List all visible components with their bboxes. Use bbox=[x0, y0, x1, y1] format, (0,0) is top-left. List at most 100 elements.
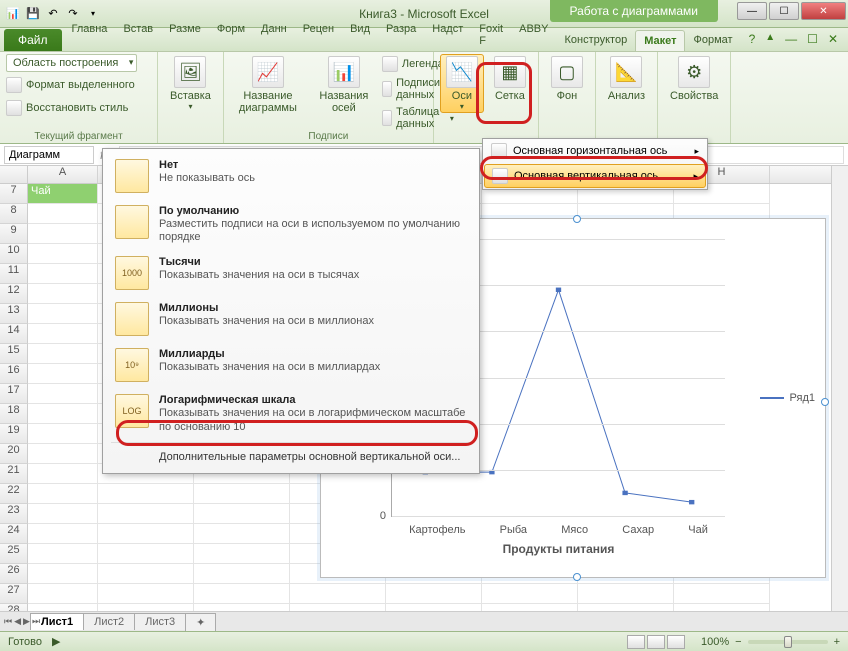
cell[interactable] bbox=[28, 604, 98, 611]
cell[interactable] bbox=[290, 604, 386, 611]
cell[interactable] bbox=[28, 464, 98, 484]
cell[interactable] bbox=[28, 244, 98, 264]
cell[interactable] bbox=[482, 584, 578, 604]
gridlines-button[interactable]: ▦ Сетка bbox=[488, 54, 532, 104]
cell[interactable] bbox=[194, 584, 290, 604]
cell[interactable] bbox=[194, 504, 290, 524]
cell[interactable] bbox=[290, 584, 386, 604]
row-header[interactable]: 7 bbox=[0, 184, 28, 204]
cell[interactable] bbox=[98, 564, 194, 584]
col-header[interactable]: A bbox=[28, 166, 98, 183]
properties-button[interactable]: ⚙ Свойства bbox=[664, 54, 724, 104]
row-header[interactable]: 25 bbox=[0, 544, 28, 564]
cell[interactable] bbox=[98, 604, 194, 611]
row-header[interactable]: 15 bbox=[0, 344, 28, 364]
row-header[interactable]: 23 bbox=[0, 504, 28, 524]
tab-главна[interactable]: Главна bbox=[64, 19, 116, 51]
tab-данн[interactable]: Данн bbox=[253, 19, 295, 51]
ribbon-minimize-icon[interactable]: ▲ bbox=[765, 32, 775, 46]
cell[interactable] bbox=[28, 484, 98, 504]
workbook-min-icon[interactable]: — bbox=[785, 32, 797, 46]
cell[interactable] bbox=[28, 324, 98, 344]
row-header[interactable]: 10 bbox=[0, 244, 28, 264]
cell[interactable] bbox=[28, 384, 98, 404]
workbook-restore-icon[interactable]: ☐ bbox=[807, 32, 818, 46]
cell[interactable] bbox=[98, 484, 194, 504]
axis-option-log[interactable]: LOG Логарифмическая шкалаПоказывать знач… bbox=[103, 388, 479, 439]
reset-style-button[interactable]: Восстановить стиль bbox=[6, 98, 128, 118]
axis-option-billions[interactable]: 10⁹ МиллиардыПоказывать значения на оси … bbox=[103, 342, 479, 388]
save-icon[interactable]: 💾 bbox=[24, 5, 42, 23]
help-icon[interactable]: ? bbox=[749, 32, 756, 46]
cell[interactable] bbox=[28, 404, 98, 424]
row-header[interactable]: 27 bbox=[0, 584, 28, 604]
tab-формат[interactable]: Формат bbox=[685, 30, 740, 51]
name-box[interactable]: Диаграмм bbox=[4, 146, 94, 164]
cell[interactable] bbox=[98, 524, 194, 544]
cell[interactable] bbox=[28, 544, 98, 564]
axis-option-default[interactable]: По умолчаниюРазместить подписи на оси в … bbox=[103, 199, 479, 250]
cell[interactable] bbox=[674, 584, 770, 604]
cell[interactable] bbox=[28, 524, 98, 544]
tab-разме[interactable]: Разме bbox=[161, 19, 209, 51]
sheet-nav-first[interactable]: ⏮ bbox=[4, 616, 12, 627]
row-header[interactable]: 26 bbox=[0, 564, 28, 584]
tab-макет[interactable]: Макет bbox=[635, 30, 685, 51]
view-normal[interactable] bbox=[627, 635, 645, 649]
tab-вид[interactable]: Вид bbox=[342, 19, 378, 51]
axis-option-none[interactable]: НетНе показывать ось bbox=[103, 153, 479, 199]
cell[interactable] bbox=[28, 364, 98, 384]
sheet-nav-next[interactable]: ▶ bbox=[23, 616, 30, 627]
cell[interactable] bbox=[98, 584, 194, 604]
row-header[interactable]: 22 bbox=[0, 484, 28, 504]
cell[interactable] bbox=[578, 584, 674, 604]
row-header[interactable]: 18 bbox=[0, 404, 28, 424]
sheet-nav-prev[interactable]: ◀ bbox=[14, 616, 21, 627]
zoom-in-button[interactable]: + bbox=[834, 636, 840, 648]
cell[interactable] bbox=[386, 584, 482, 604]
row-header[interactable]: 8 bbox=[0, 204, 28, 224]
row-header[interactable]: 14 bbox=[0, 324, 28, 344]
sheet-tab[interactable]: Лист3 bbox=[134, 613, 186, 630]
view-page-break[interactable] bbox=[667, 635, 685, 649]
cell[interactable] bbox=[674, 604, 770, 611]
cell[interactable] bbox=[194, 604, 290, 611]
file-tab[interactable]: Файл bbox=[4, 29, 62, 51]
cell[interactable] bbox=[28, 504, 98, 524]
row-header[interactable]: 19 bbox=[0, 424, 28, 444]
axis-option-thousands[interactable]: 1000 ТысячиПоказывать значения на оси в … bbox=[103, 250, 479, 296]
row-header[interactable]: 28 bbox=[0, 604, 28, 611]
close-button[interactable]: ✕ bbox=[801, 2, 846, 20]
tab-foxit f[interactable]: Foxit F bbox=[471, 19, 511, 51]
tab-надст[interactable]: Надст bbox=[424, 19, 471, 51]
vertical-scrollbar[interactable] bbox=[831, 166, 848, 611]
zoom-slider[interactable] bbox=[748, 640, 828, 644]
row-header[interactable]: 12 bbox=[0, 284, 28, 304]
cell[interactable] bbox=[28, 584, 98, 604]
row-header[interactable]: 20 bbox=[0, 444, 28, 464]
cell[interactable] bbox=[194, 564, 290, 584]
cell[interactable] bbox=[28, 224, 98, 244]
axis-more-options[interactable]: Дополнительные параметры основной вертик… bbox=[103, 445, 479, 469]
undo-icon[interactable]: ↶ bbox=[44, 5, 62, 23]
row-header[interactable]: 16 bbox=[0, 364, 28, 384]
cell[interactable] bbox=[194, 544, 290, 564]
vertical-axis-item[interactable]: Основная вертикальная ось ▸ bbox=[484, 164, 706, 188]
tab-рецен[interactable]: Рецен bbox=[295, 19, 342, 51]
chart-title-button[interactable]: 📈 Название диаграммы bbox=[230, 54, 306, 116]
tab-форм[interactable]: Форм bbox=[209, 19, 253, 51]
cell[interactable] bbox=[28, 444, 98, 464]
tab-разра[interactable]: Разра bbox=[378, 19, 424, 51]
horizontal-axis-item[interactable]: Основная горизонтальная ось ▸ bbox=[483, 139, 707, 163]
sheet-tab[interactable]: Лист2 bbox=[83, 613, 135, 630]
cell[interactable] bbox=[98, 504, 194, 524]
workbook-close-icon[interactable]: ✕ bbox=[828, 32, 838, 46]
insert-button[interactable]: 🖼 Вставка ▾ bbox=[164, 54, 217, 113]
macro-record-icon[interactable]: ▶ bbox=[52, 635, 60, 648]
minimize-button[interactable]: — bbox=[737, 2, 767, 20]
tab-abby[interactable]: ABBY bbox=[511, 19, 556, 51]
cell[interactable] bbox=[28, 564, 98, 584]
row-header[interactable]: 24 bbox=[0, 524, 28, 544]
sheet-nav-last[interactable]: ⏭ bbox=[32, 616, 40, 627]
background-button[interactable]: ▢ Фон bbox=[545, 54, 589, 104]
